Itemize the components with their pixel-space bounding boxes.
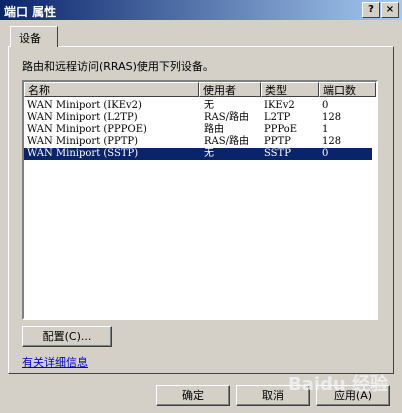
cell-user: RAS/路由 — [204, 136, 249, 147]
cell-ports: 1 — [322, 124, 329, 135]
more-info-link[interactable]: 有关详细信息 — [22, 354, 88, 370]
help-button[interactable]: ? — [362, 2, 380, 18]
column-header-name[interactable]: 名称 — [24, 82, 199, 97]
cell-type: L2TP — [264, 112, 291, 123]
table-row[interactable]: WAN Miniport (IKEv2) 无 IKEv2 0 — [24, 100, 372, 112]
description-text: 路由和远程访问(RRAS)使用下列设备。 — [22, 60, 214, 73]
cell-type: IKEv2 — [264, 100, 295, 111]
tab-devices[interactable]: 设备 — [10, 26, 58, 47]
cell-ports: 0 — [322, 148, 329, 159]
cell-type: PPTP — [264, 136, 291, 147]
column-header-ports[interactable]: 端口数 — [319, 82, 376, 97]
cell-user: RAS/路由 — [204, 112, 249, 123]
title-bar: 端口 属性 ? × — [0, 0, 402, 20]
close-button[interactable]: × — [381, 2, 399, 18]
cell-user: 无 — [204, 100, 214, 111]
table-row[interactable]: WAN Miniport (L2TP) RAS/路由 L2TP 128 — [24, 112, 372, 124]
cell-ports: 128 — [322, 136, 342, 147]
cell-user: 路由 — [204, 124, 224, 135]
table-row-selected[interactable]: WAN Miniport (SSTP) 无 SSTP 0 — [24, 148, 372, 160]
cell-name: WAN Miniport (IKEv2) — [27, 100, 142, 111]
baidu-watermark: Baidu 经验 — [288, 374, 389, 395]
cell-ports: 128 — [322, 112, 342, 123]
cell-name: WAN Miniport (SSTP) — [27, 148, 139, 159]
properties-dialog: 端口 属性 ? × 设备 路由和远程访问(RRAS)使用下列设备。 名称 使用者… — [0, 0, 402, 413]
list-header: 名称 使用者 类型 端口数 — [24, 82, 376, 99]
window-title: 端口 属性 — [4, 5, 57, 19]
column-header-user[interactable]: 使用者 — [199, 82, 261, 97]
column-header-type[interactable]: 类型 — [261, 82, 319, 97]
ok-button[interactable]: 确定 — [156, 385, 230, 406]
cell-name: WAN Miniport (PPPOE) — [27, 124, 147, 135]
table-row[interactable]: WAN Miniport (PPPOE) 路由 PPPoE 1 — [24, 124, 372, 136]
device-list[interactable]: 名称 使用者 类型 端口数 WAN Miniport (IKEv2) 无 IKE… — [22, 80, 378, 320]
cell-name: WAN Miniport (PPTP) — [27, 136, 139, 147]
cell-type: PPPoE — [264, 124, 298, 135]
cell-ports: 0 — [322, 100, 329, 111]
configure-button[interactable]: 配置(C)... — [22, 326, 112, 347]
cell-type: SSTP — [264, 148, 291, 159]
tab-devices-label: 设备 — [19, 32, 41, 45]
table-row[interactable]: WAN Miniport (PPTP) RAS/路由 PPTP 128 — [24, 136, 372, 148]
cell-name: WAN Miniport (L2TP) — [27, 112, 138, 123]
cell-user: 无 — [204, 148, 214, 159]
